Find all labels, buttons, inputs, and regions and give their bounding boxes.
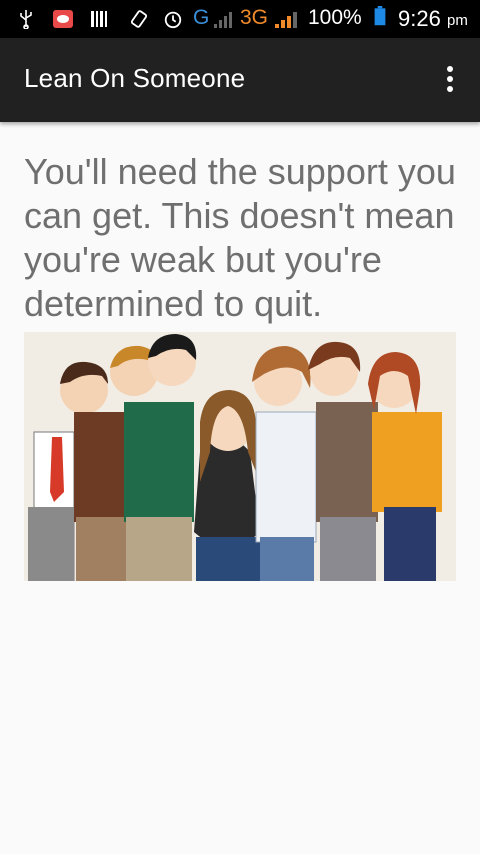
battery-percent: 100% (308, 6, 362, 29)
usb-icon (20, 10, 32, 29)
network-3g-label: 3G (240, 6, 269, 29)
network-g-label: G (193, 6, 210, 29)
app-title: Lean On Someone (24, 63, 246, 93)
overflow-menu-icon[interactable] (446, 66, 454, 94)
content: You'll need the support you can get. Thi… (24, 150, 460, 326)
battery-icon (374, 6, 386, 26)
app-notification-icon (53, 10, 73, 28)
alarm-icon (164, 11, 182, 29)
clock: 9:26 (398, 6, 441, 31)
barcode-icon (91, 11, 107, 27)
clock-suffix: pm (447, 12, 468, 29)
signal-icon (275, 12, 297, 28)
rotate-icon (130, 10, 148, 28)
app-bar: Lean On Someone (0, 38, 480, 122)
signal-icon (214, 12, 232, 28)
support-message: You'll need the support you can get. Thi… (24, 151, 456, 324)
status-bar: G 3G 100% 9:26 pm (0, 0, 480, 38)
group-of-friends-illustration (24, 332, 456, 581)
